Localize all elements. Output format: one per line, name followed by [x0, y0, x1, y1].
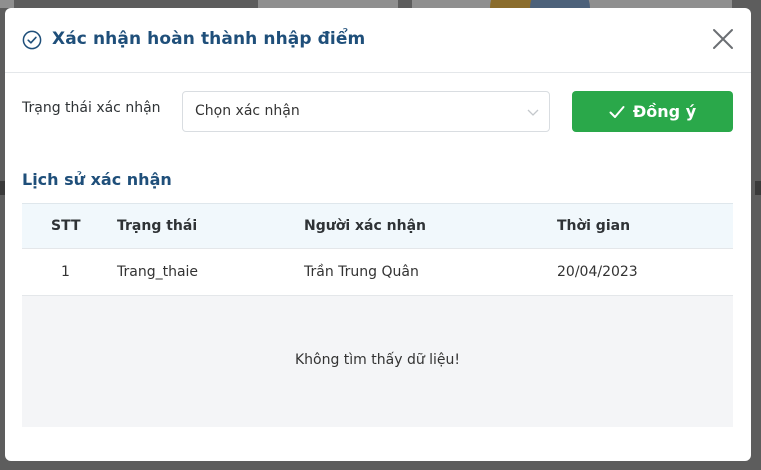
modal-title: Xác nhận hoàn thành nhập điểm	[52, 29, 366, 49]
cell-time: 20/04/2023	[557, 264, 638, 280]
cell-stt: 1	[61, 264, 70, 280]
empty-state: Không tìm thấy dữ liệu!	[22, 296, 733, 427]
confirm-modal: Xác nhận hoàn thành nhập điểm Trạng thái…	[5, 8, 751, 461]
status-label: Trạng thái xác nhận	[22, 100, 161, 116]
table-row[interactable]: 1 Trang_thaie Trần Trung Quân 20/04/2023	[22, 249, 733, 296]
history-table: STT Trạng thái Người xác nhận Thời gian …	[22, 203, 733, 427]
column-header-time: Thời gian	[557, 218, 631, 234]
close-icon[interactable]	[712, 28, 734, 50]
select-value: Chọn xác nhận	[195, 103, 300, 119]
cell-status: Trang_thaie	[117, 264, 199, 280]
background-logo-fragment	[530, 0, 590, 8]
cell-confirmer: Trần Trung Quân	[304, 264, 419, 280]
background-page-fragment	[258, 0, 398, 8]
agree-button-label: Đồng ý	[632, 102, 697, 121]
column-header-stt: STT	[51, 218, 81, 234]
agree-button[interactable]: Đồng ý	[572, 91, 733, 132]
chevron-down-icon	[527, 109, 539, 116]
confirm-status-select[interactable]: Chọn xác nhận	[182, 91, 550, 132]
check-circle-icon	[22, 30, 42, 50]
column-header-confirmer: Người xác nhận	[304, 218, 426, 234]
check-icon	[609, 105, 625, 118]
background-page-fragment	[755, 181, 761, 195]
modal-header: Xác nhận hoàn thành nhập điểm	[5, 8, 751, 73]
background-page-fragment	[0, 0, 14, 8]
column-header-status: Trạng thái	[117, 218, 198, 234]
empty-state-text: Không tìm thấy dữ liệu!	[294, 352, 461, 368]
history-title: Lịch sử xác nhận	[22, 170, 172, 189]
table-header: STT Trạng thái Người xác nhận Thời gian	[22, 203, 733, 249]
